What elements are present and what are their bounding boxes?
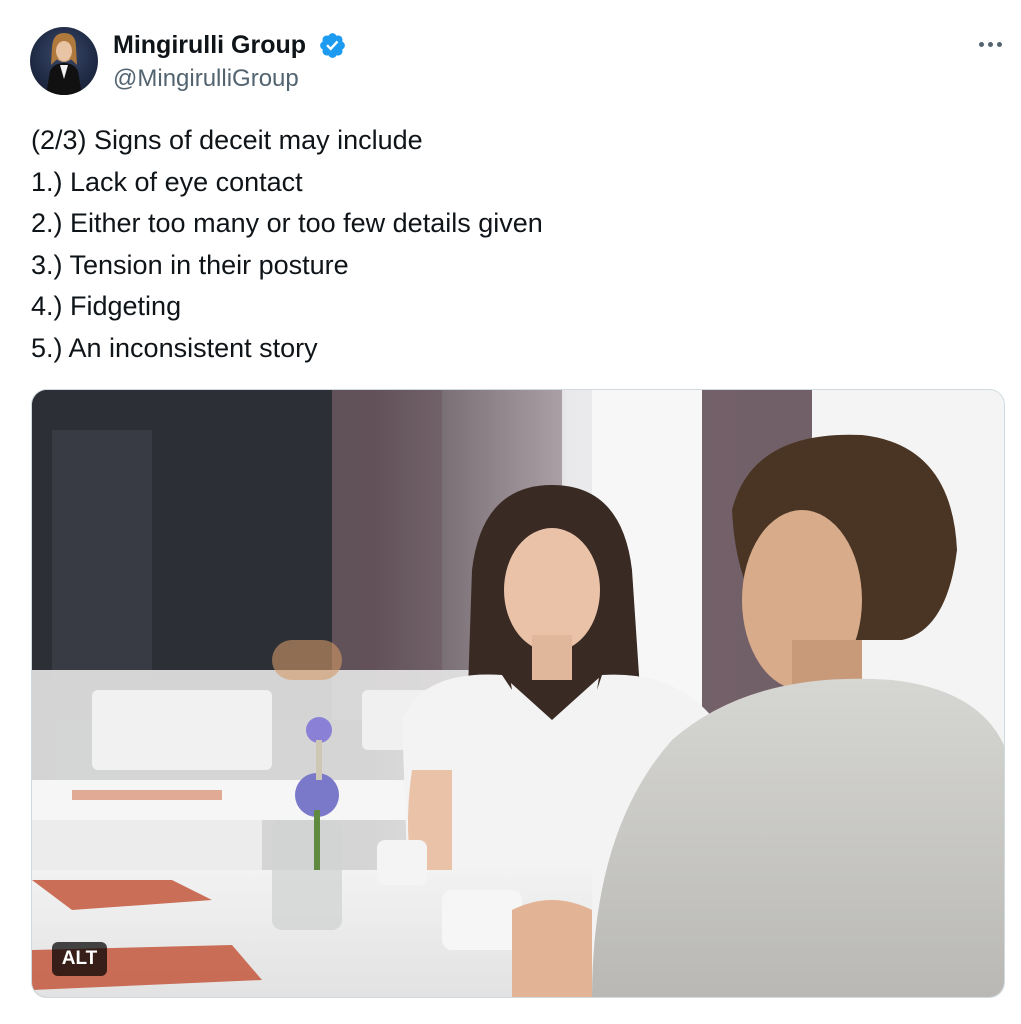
author-avatar[interactable] <box>30 27 98 95</box>
more-options-button[interactable] <box>970 30 1010 58</box>
alt-text-button[interactable]: ALT <box>52 942 107 976</box>
more-dot <box>978 41 984 47</box>
tweet-line: 2.) Either too many or too few details g… <box>31 208 543 238</box>
verified-badge-icon <box>320 33 345 58</box>
tweet-line: 1.) Lack of eye contact <box>31 166 303 197</box>
tweet-text: (2/3) Signs of deceit may include 1.) La… <box>31 120 991 369</box>
tweet-line: 3.) Tension in their posture <box>31 249 349 280</box>
author-display-name[interactable]: Mingirulli Group <box>113 29 306 61</box>
tweet-line: 4.) Fidgeting <box>31 291 182 321</box>
author-handle[interactable]: @MingirulliGroup <box>113 63 299 95</box>
tweet-media-image[interactable] <box>31 389 1005 998</box>
tweet-line: (2/3) Signs of deceit may include <box>31 125 423 155</box>
tweet-line: 5.) An inconsistent story <box>31 332 318 363</box>
more-dot <box>987 41 993 47</box>
restaurant-scene-photo <box>32 390 1004 997</box>
more-dot <box>996 41 1002 47</box>
tweet-card: Mingirulli Group @MingirulliGroup (2/3) … <box>0 0 1021 1024</box>
avatar-photo <box>46 33 82 95</box>
